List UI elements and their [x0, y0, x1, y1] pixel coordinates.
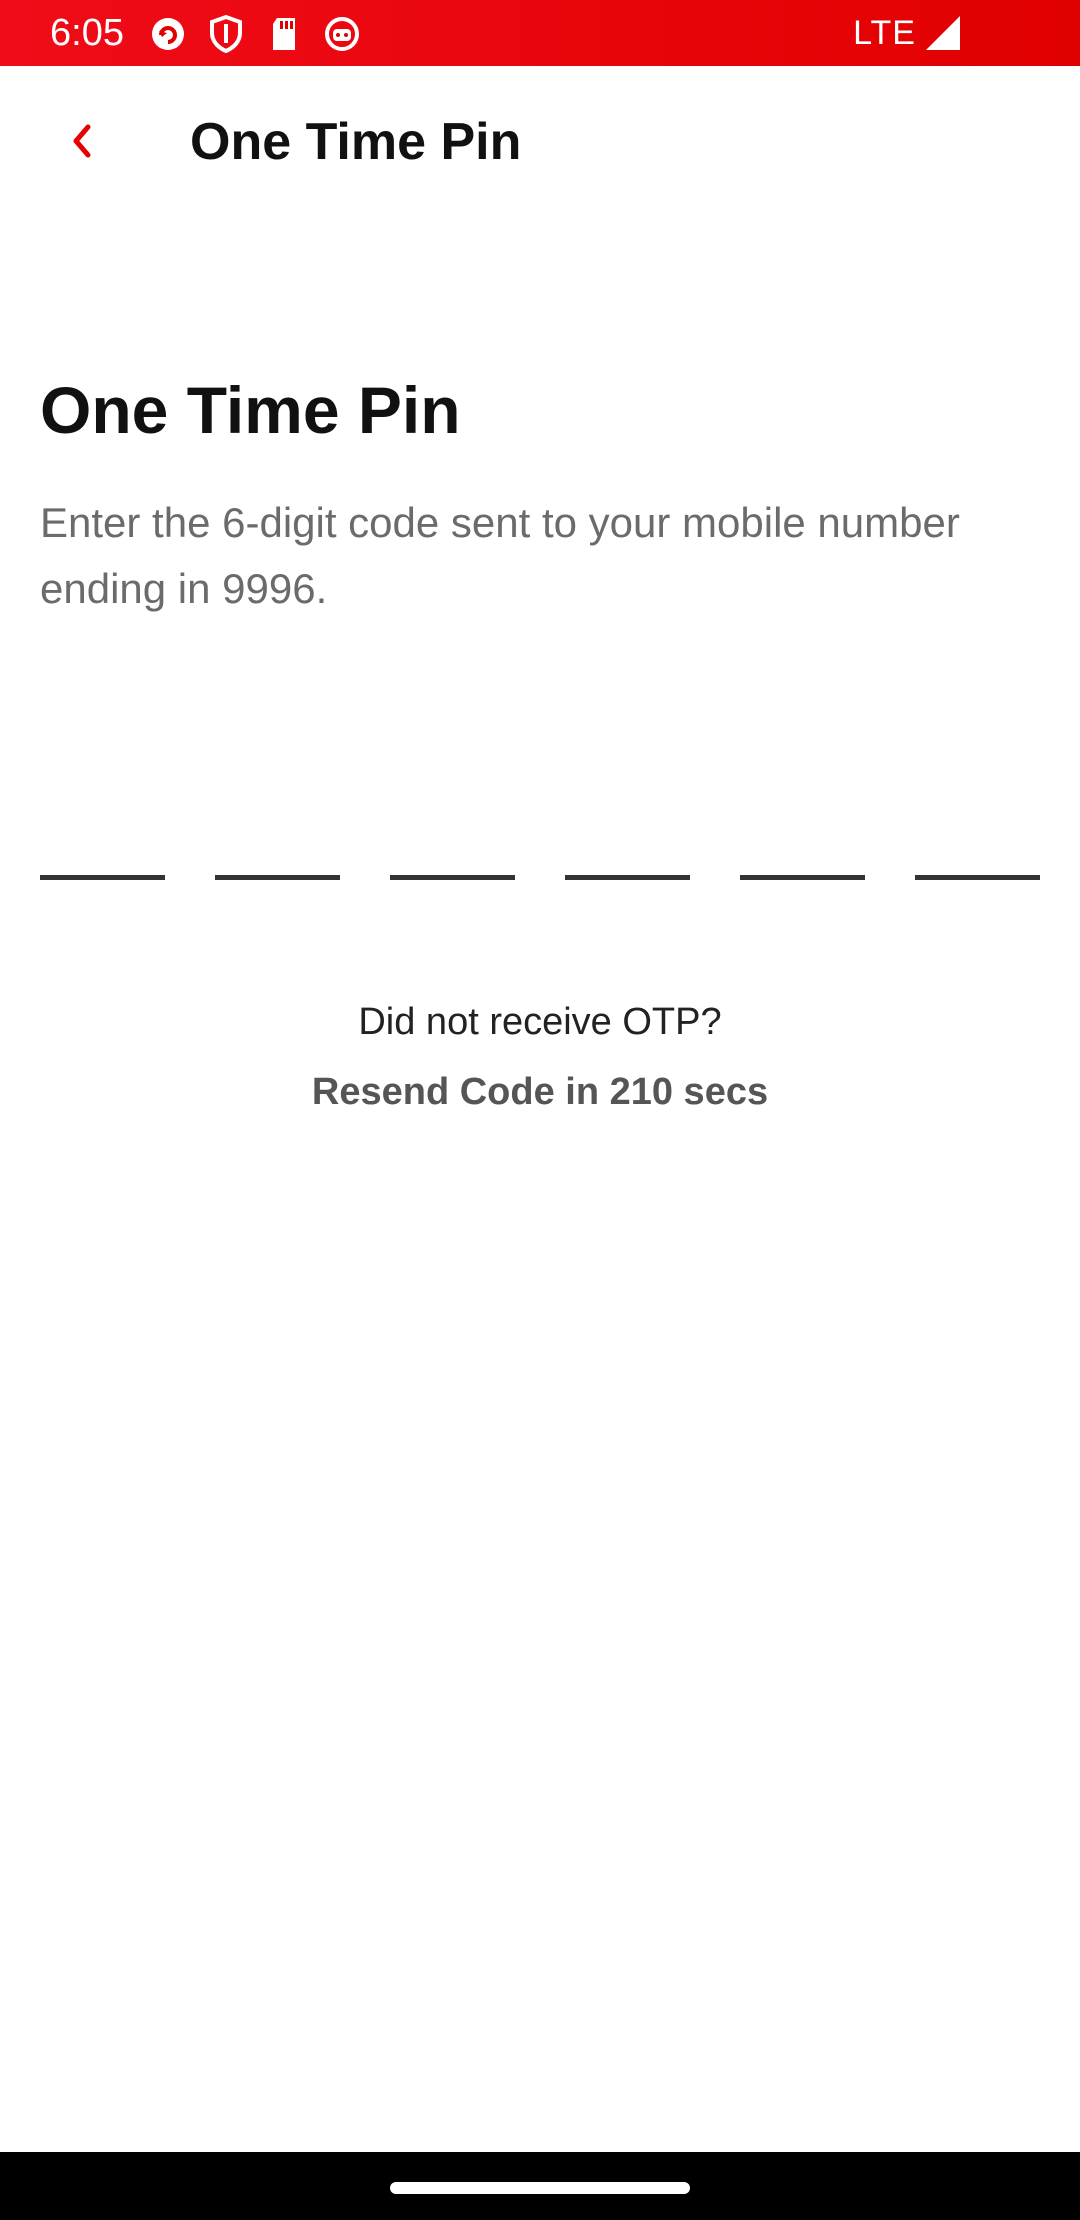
app-bar: One Time Pin [0, 66, 1080, 222]
home-gesture-handle[interactable] [390, 2182, 690, 2194]
otp-digit-4[interactable] [565, 800, 690, 880]
resend-code-button[interactable]: Resend Code in 210 secs [0, 1064, 1080, 1120]
sd-card-icon [264, 14, 304, 54]
network-status: LTE [853, 10, 916, 56]
otp-instructions: Enter the 6-digit code sent to your mobi… [40, 499, 960, 612]
otp-digit-5[interactable] [740, 800, 865, 880]
otp-input-group [40, 800, 1040, 880]
shield-icon [206, 14, 246, 54]
status-time: 6:05 [50, 12, 124, 54]
chevron-left-icon [66, 121, 96, 166]
network-label: LTE [853, 14, 916, 52]
otp-digit-3[interactable] [390, 800, 515, 880]
app-bar-title: One Time Pin [190, 113, 522, 171]
otp-digit-2[interactable] [215, 800, 340, 880]
notification-icons [148, 12, 362, 56]
signal-icon [924, 14, 962, 52]
back-button[interactable] [50, 112, 112, 174]
gesture-navigation-bar [0, 2152, 1080, 2220]
page-heading: One Time Pin [40, 373, 461, 447]
status-bar: 6:05 LTE [0, 0, 1080, 66]
otp-digit-6[interactable] [915, 800, 1040, 880]
resend-prompt: Did not receive OTP? [358, 1001, 722, 1043]
app-refresh-icon [148, 14, 188, 54]
robot-icon [322, 14, 362, 54]
otp-digit-1[interactable] [40, 800, 165, 880]
